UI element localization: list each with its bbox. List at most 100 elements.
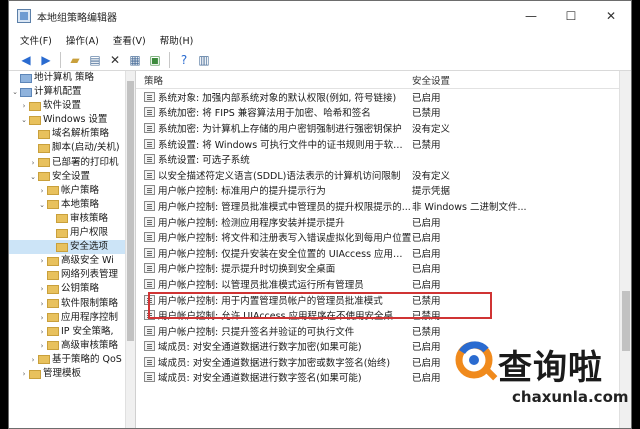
expand-toggle-icon[interactable]: › bbox=[20, 367, 28, 381]
filter-icon[interactable]: ▥ bbox=[195, 51, 213, 69]
help-icon[interactable]: ? bbox=[175, 51, 193, 69]
folder-icon bbox=[47, 341, 59, 351]
tree-node-label: 软件设置 bbox=[43, 100, 82, 112]
delete-icon[interactable]: ✕ bbox=[106, 51, 124, 69]
menu-bar: 文件(F) 操作(A) 查看(V) 帮助(H) bbox=[9, 31, 631, 49]
export-list-icon[interactable]: ▣ bbox=[146, 51, 164, 69]
show-tree-icon[interactable]: ▤ bbox=[86, 51, 104, 69]
tree-node[interactable]: 地计算机 策略 bbox=[9, 71, 135, 85]
tree-node-label: 高级安全 Wi bbox=[61, 255, 114, 267]
menu-help[interactable]: 帮助(H) bbox=[153, 33, 201, 47]
tree-node[interactable]: 域名解析策略 bbox=[9, 127, 135, 141]
policy-cell: 域成员: 对安全通道数据进行数字加密或数字签名(始终) bbox=[144, 355, 412, 369]
folder-icon bbox=[56, 228, 68, 238]
tree-node[interactable]: ⌄ Windows 设置 bbox=[9, 113, 135, 127]
policy-icon bbox=[144, 91, 155, 102]
policy-row[interactable]: 用户帐户控制: 将文件和注册表写入错误虚拟化到每用户位置 已启用 bbox=[136, 229, 631, 245]
column-header-setting[interactable]: 安全设置 bbox=[412, 73, 450, 87]
policy-row[interactable]: 以安全描述符定义语言(SDDL)语法表示的计算机访问限制 没有定义 bbox=[136, 167, 631, 183]
tree-node[interactable]: 用户权限 bbox=[9, 226, 135, 240]
tree-scroll-thumb[interactable] bbox=[127, 81, 134, 341]
security-setting: 已禁用 bbox=[412, 108, 441, 120]
policy-icon bbox=[144, 122, 155, 133]
policy-row[interactable]: 用户帐户控制: 仅提升安装在安全位置的 UIAccess 应用程序 已启用 bbox=[136, 245, 631, 261]
maximize-button[interactable]: ☐ bbox=[551, 1, 591, 31]
tree-node[interactable]: 网络列表管理 bbox=[9, 268, 135, 282]
tree-node[interactable]: › 软件限制策略 bbox=[9, 297, 135, 311]
expand-toggle-icon[interactable]: › bbox=[20, 99, 28, 113]
tree-node[interactable]: › 公钥策略 bbox=[9, 282, 135, 296]
expand-toggle-icon[interactable]: › bbox=[38, 311, 46, 325]
policy-name: 用户帐户控制: 以管理员批准模式运行所有管理员 bbox=[158, 279, 364, 291]
security-setting: 已启用 bbox=[412, 264, 441, 276]
close-button[interactable]: ✕ bbox=[591, 1, 631, 31]
menu-view[interactable]: 查看(V) bbox=[106, 33, 153, 47]
tree-node[interactable]: 审核策略 bbox=[9, 212, 135, 226]
policy-cell: 用户帐户控制: 只提升签名并验证的可执行文件 bbox=[144, 324, 412, 338]
folder-icon bbox=[47, 270, 59, 280]
policy-cell: 用户帐户控制: 将文件和注册表写入错误虚拟化到每用户位置 bbox=[144, 230, 412, 244]
tree-node[interactable]: › 高级审核策略 bbox=[9, 339, 135, 353]
tree-node-label: 帐户策略 bbox=[61, 184, 100, 196]
tree-node-label: 审核策略 bbox=[70, 212, 109, 224]
policy-row[interactable]: 系统设置: 可选子系统 bbox=[136, 151, 631, 167]
expand-toggle-icon[interactable]: ⌄ bbox=[38, 198, 46, 212]
folder-icon bbox=[56, 214, 68, 224]
watermark-brand: 查询啦 bbox=[498, 348, 603, 388]
expand-toggle-icon[interactable]: ⌄ bbox=[29, 170, 37, 184]
expand-toggle-icon[interactable]: › bbox=[38, 254, 46, 268]
policy-row[interactable]: 用户帐户控制: 提示提升时切换到安全桌面 已启用 bbox=[136, 261, 631, 277]
minimize-button[interactable]: — bbox=[511, 1, 551, 31]
tree-node[interactable]: › 软件设置 bbox=[9, 99, 135, 113]
tree-node[interactable]: › 应用程序控制 bbox=[9, 311, 135, 325]
expand-toggle-icon[interactable]: › bbox=[38, 325, 46, 339]
expand-toggle-icon[interactable]: › bbox=[38, 297, 46, 311]
tree-node-label: 脚本(启动/关机) bbox=[52, 142, 120, 154]
policy-row[interactable]: 系统加密: 为计算机上存储的用户密钥强制进行强密钥保护 没有定义 bbox=[136, 120, 631, 136]
tree-node-label: IP 安全策略, bbox=[61, 325, 114, 337]
tree-node[interactable]: › 基于策略的 QoS bbox=[9, 353, 135, 367]
tree-node[interactable]: ⌄ 计算机配置 bbox=[9, 85, 135, 99]
policy-row[interactable]: 用户帐户控制: 管理员批准模式中管理员的提升权限提示的... 非 Windows … bbox=[136, 198, 631, 214]
tree-node[interactable]: ⌄ 安全设置 bbox=[9, 170, 135, 184]
expand-toggle-icon[interactable]: › bbox=[29, 353, 37, 367]
tree-node[interactable]: › 帐户策略 bbox=[9, 184, 135, 198]
policy-cell: 用户帐户控制: 标准用户的提升提示行为 bbox=[144, 183, 412, 197]
menu-file[interactable]: 文件(F) bbox=[13, 33, 59, 47]
policy-row[interactable]: 系统设置: 将 Windows 可执行文件中的证书规则用于软件限... 已禁用 bbox=[136, 136, 631, 152]
expand-toggle-icon[interactable]: ⌄ bbox=[20, 113, 28, 127]
tree-node[interactable]: 脚本(启动/关机) bbox=[9, 141, 135, 155]
expand-toggle-icon[interactable]: › bbox=[38, 339, 46, 353]
forward-arrow-icon[interactable]: ▶ bbox=[37, 51, 55, 69]
watermark-domain: chaxunla.com bbox=[512, 388, 629, 406]
expand-toggle-icon[interactable]: › bbox=[29, 156, 37, 170]
column-header-policy[interactable]: 策略 bbox=[144, 73, 412, 87]
tree-scrollbar[interactable] bbox=[125, 71, 135, 428]
policy-name: 以安全描述符定义语言(SDDL)语法表示的计算机访问限制 bbox=[158, 170, 401, 182]
tree-node[interactable]: › IP 安全策略, bbox=[9, 325, 135, 339]
tree-node-label: 基于策略的 QoS bbox=[52, 353, 122, 365]
tree-node[interactable]: › 管理模板 bbox=[9, 367, 135, 381]
expand-toggle-icon[interactable]: › bbox=[38, 282, 46, 296]
expand-toggle-icon[interactable]: › bbox=[38, 184, 46, 198]
folder-icon bbox=[47, 313, 59, 323]
tree-node[interactable]: 安全选项 bbox=[9, 240, 135, 255]
policy-name: 用户帐户控制: 将文件和注册表写入错误虚拟化到每用户位置 bbox=[158, 233, 412, 245]
policy-cell: 系统设置: 将 Windows 可执行文件中的证书规则用于软件限... bbox=[144, 137, 412, 151]
properties-icon[interactable]: ▦ bbox=[126, 51, 144, 69]
tree-node-label: 本地策略 bbox=[61, 198, 100, 210]
policy-cell: 用户帐户控制: 管理员批准模式中管理员的提升权限提示的... bbox=[144, 199, 412, 213]
back-arrow-icon[interactable]: ◀ bbox=[17, 51, 35, 69]
tree-node[interactable]: › 已部署的打印机 bbox=[9, 156, 135, 170]
policy-row[interactable]: 用户帐户控制: 检测应用程序安装并提示提升 已启用 bbox=[136, 214, 631, 230]
folder-icon bbox=[47, 284, 59, 294]
policy-row[interactable]: 用户帐户控制: 以管理员批准模式运行所有管理员 已启用 bbox=[136, 276, 631, 292]
policy-row[interactable]: 系统加密: 将 FIPS 兼容算法用于加密、哈希和签名 已禁用 bbox=[136, 105, 631, 121]
policy-row[interactable]: 系统对象: 加强内部系统对象的默认权限(例如, 符号链接) 已启用 bbox=[136, 89, 631, 105]
policy-row[interactable]: 用户帐户控制: 标准用户的提升提示行为 提示凭据 bbox=[136, 183, 631, 199]
expand-toggle-icon[interactable]: ⌄ bbox=[11, 85, 19, 99]
up-folder-icon[interactable]: ▰ bbox=[66, 51, 84, 69]
tree-node[interactable]: › 高级安全 Wi bbox=[9, 254, 135, 268]
tree-node[interactable]: ⌄ 本地策略 bbox=[9, 198, 135, 212]
menu-action[interactable]: 操作(A) bbox=[59, 33, 106, 47]
